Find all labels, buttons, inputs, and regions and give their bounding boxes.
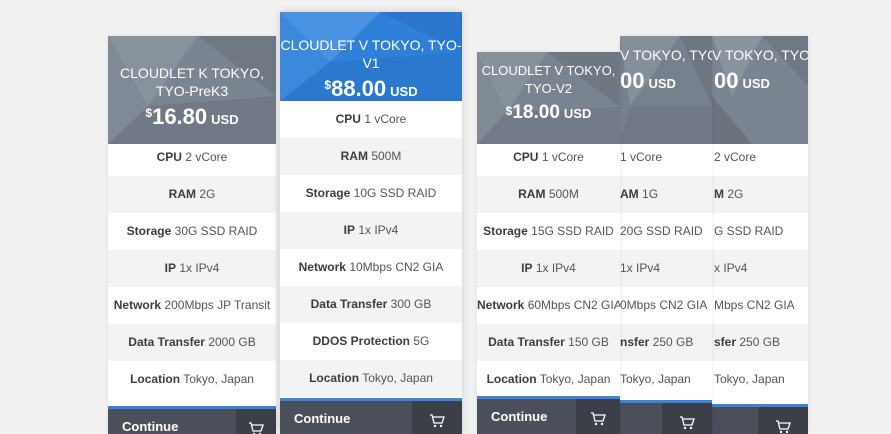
plan-title: V TOKYO, TYO-V4 [712,47,808,63]
feature-row: Location Tokyo, Japan [486,372,611,386]
plan-card-header: CLOUDLET V TOKYO, TYO-V2 $18.00 USD [477,52,620,144]
cart-icon [591,412,606,426]
plan-features: CPU 1 vCore RAM 500M Storage 15G SSD RAI… [477,139,620,398]
feature-row: 2 vCore [714,150,757,164]
feature-row: DDOS Protection 5G [312,334,430,348]
plan-card-k3: CLOUDLET K TOKYO, TYO-PreK3 $16.80 USD CP… [108,36,276,434]
cart-button[interactable] [576,399,620,434]
plan-footer[interactable]: Continue [280,398,462,434]
continue-button[interactable]: Continue [122,419,178,434]
feature-row: CPU 1 vCore [513,150,584,164]
plan-card-v1: CLOUDLET V TOKYO, TYO-V1 $88.00 USD CPU 1… [280,12,462,434]
continue-button[interactable]: Continue [294,411,350,426]
feature-row: x IPv4 [712,250,808,287]
feature-row: IP 1x IPv4 [108,250,276,287]
cart-icon [680,416,695,430]
plan-footer[interactable]: Continue [108,406,276,434]
cart-button[interactable] [412,401,462,434]
cart-icon [430,414,445,428]
plan-features: 2 vCore M 2G G SSD RAID x IPv4 Mbps CN2 … [712,139,808,398]
feature-row: Data Transfer 300 GB [280,286,462,323]
plan-card-header: V TOKYO, TYO-V4 00USD [712,36,808,144]
feature-row: 20G SSD RAID [620,224,703,238]
plan-features: CPU 2 vCore RAM 2G Storage 30G SSD RAID … [108,139,276,398]
plan-price: $18.00 USD [505,102,592,123]
plan-price: 00 USD [714,68,770,93]
feature-row: M 2G [712,176,808,213]
plan-footer[interactable]: Continue [477,396,620,434]
continue-button[interactable]: Continue [491,409,547,424]
feature-row: nsfer 250 GB [620,324,712,361]
plan-card-header: CLOUDLET V TOKYO, TYO-V1 $88.00 USD [280,12,462,101]
plan-title: V TOKYO, TYO-V3 [620,47,712,63]
feature-row: Data Transfer 2000 GB [108,324,276,361]
feature-row: Network 10Mbps CN2 GIA [298,260,444,274]
plan-price: 00 USD [620,68,676,93]
feature-row: Location Tokyo, Japan [130,372,254,386]
feature-row: RAM 500M [280,138,462,175]
feature-row: Storage 15G SSD RAID [483,224,614,238]
feature-row: Mbps CN2 GIA [714,298,795,312]
feature-row: G SSD RAID [714,224,784,238]
feature-row: Data Transfer 150 GB [477,324,620,361]
plan-card-v3: V TOKYO, TYO-V3 00USD 1 vCore AM 1G 20G … [620,36,712,434]
plan-price: $88.00 USD [324,76,418,101]
cart-button[interactable] [236,409,276,434]
feature-row: Tokyo, Japan [714,372,785,386]
plan-footer[interactable] [620,400,712,434]
plan-features: CPU 1 vCore RAM 500M Storage 10G SSD RAI… [280,101,462,397]
feature-row: 1 vCore [620,150,663,164]
feature-row: Network 200Mbps JP Transit [113,298,271,312]
plan-price: $16.80 USD [145,104,239,129]
feature-row: 0Mbps CN2 GIA [620,298,708,312]
plan-footer[interactable] [712,404,808,434]
plan-card-v2: CLOUDLET V TOKYO, TYO-V2 $18.00 USD CPU 1… [477,52,620,434]
plan-title: CLOUDLET K TOKYO, TYO-PreK3 [120,65,264,99]
cart-icon [776,420,791,434]
feature-row: Location Tokyo, Japan [280,360,462,397]
feature-row: sfer 250 GB [712,324,808,361]
feature-row: Storage 10G SSD RAID [305,186,437,200]
feature-row: RAM 500M [477,176,620,213]
feature-row: RAM 2G [108,176,276,213]
feature-row: CPU 1 vCore [335,112,407,126]
plan-title: CLOUDLET V TOKYO, TYO-V1 [280,37,462,71]
feature-row: Network 60Mbps CN2 GIA [477,298,620,312]
feature-row: Storage 30G SSD RAID [126,224,258,238]
feature-row: AM 1G [620,176,712,213]
plan-card-header: CLOUDLET K TOKYO, TYO-PreK3 $16.80 USD [108,36,276,144]
feature-row: IP 1x IPv4 [477,250,620,287]
cart-icon [249,422,264,434]
plan-card-v4: V TOKYO, TYO-V4 00USD 2 vCore M 2G G SSD… [712,36,808,434]
feature-row: Tokyo, Japan [620,372,691,386]
plan-features: 1 vCore AM 1G 20G SSD RAID 1x IPv4 0Mbps… [620,139,712,398]
feature-row: IP 1x IPv4 [280,212,462,249]
cart-button[interactable] [758,407,808,434]
feature-row: 1x IPv4 [620,250,712,287]
plan-card-header: V TOKYO, TYO-V3 00USD [620,36,712,144]
plan-title: CLOUDLET V TOKYO, TYO-V2 [481,63,616,96]
feature-row: CPU 2 vCore [156,150,228,164]
cart-button[interactable] [662,403,712,434]
